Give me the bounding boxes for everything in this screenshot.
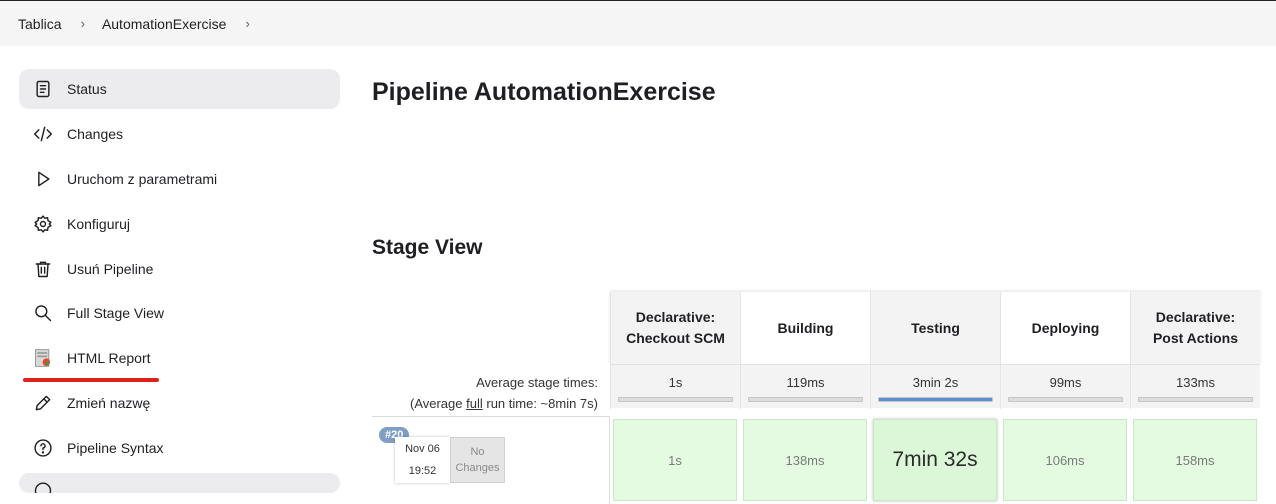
sidebar: Status Changes Uruchom z parametrami Kon…: [19, 69, 340, 498]
avg-time-cell: 133ms: [1130, 365, 1260, 409]
avg-time-cell: 3min 2s: [870, 365, 1000, 409]
build-row: 1s 138ms 7min 32s 106ms 158ms: [610, 416, 1260, 504]
avg-time-cell: 119ms: [740, 365, 870, 409]
stage-header-checkout-scm: Declarative: Checkout SCM: [610, 292, 740, 364]
sidebar-item-configure[interactable]: Konfiguruj: [19, 204, 340, 244]
sidebar-item-partial[interactable]: [19, 473, 340, 494]
page-title: Pipeline AutomationExercise: [372, 78, 716, 106]
stage-result-cell[interactable]: 1s: [610, 416, 740, 504]
progress-bar: [748, 397, 863, 402]
progress-bar: [878, 397, 993, 402]
stage-header-post-actions: Declarative: Post Actions: [1130, 292, 1260, 364]
sidebar-item-label: Zmień nazwę: [67, 395, 151, 412]
chevron-right-icon[interactable]: ›: [81, 16, 85, 31]
progress-bar: [618, 397, 733, 402]
partial-icon: [33, 479, 53, 494]
build-date: Nov 06: [405, 443, 440, 455]
gear-icon: [33, 214, 53, 234]
stage-result-cell[interactable]: 158ms: [1130, 416, 1260, 504]
avg-time-cell: 99ms: [1000, 365, 1130, 409]
sidebar-item-label: Full Stage View: [67, 305, 165, 322]
stage-header-deploying: Deploying: [1000, 292, 1130, 364]
sidebar-item-build-with-parameters[interactable]: Uruchom z parametrami: [19, 159, 340, 199]
sidebar-item-label: Status: [67, 81, 107, 97]
document-icon: [33, 79, 53, 99]
search-icon: [33, 303, 53, 323]
sidebar-item-delete-pipeline[interactable]: Usuń Pipeline: [19, 249, 340, 289]
sidebar-item-rename[interactable]: Zmień nazwę: [19, 383, 340, 423]
breadcrumb-bar: Tablica › AutomationExercise ›: [0, 0, 1276, 46]
build-date-card: Nov 06 19:52: [395, 437, 450, 483]
sidebar-item-label: Usuń Pipeline: [67, 260, 154, 277]
pencil-icon: [33, 393, 53, 413]
code-icon: [33, 124, 53, 144]
stage-header-building: Building: [740, 292, 870, 364]
stage-result-cell[interactable]: 106ms: [1000, 416, 1130, 504]
highlight-underline: [23, 378, 159, 383]
stage-view-table: Declarative: Checkout SCM Building Testin…: [372, 292, 1276, 504]
stage-header-row: Declarative: Checkout SCM Building Testin…: [610, 292, 1260, 364]
help-icon: [33, 438, 53, 458]
play-icon: [33, 169, 53, 189]
sidebar-item-pipeline-syntax[interactable]: Pipeline Syntax: [19, 428, 340, 468]
build-info: #20 Nov 06 19:52 No Changes: [372, 416, 610, 504]
sidebar-item-changes[interactable]: Changes: [19, 114, 340, 154]
sidebar-item-full-stage-view[interactable]: Full Stage View: [19, 293, 340, 333]
stage-result-cell[interactable]: 138ms: [740, 416, 870, 504]
stage-result-cell[interactable]: 7min 32s: [870, 416, 1000, 504]
trash-icon: [33, 259, 53, 279]
build-changes-card[interactable]: No Changes: [450, 437, 505, 483]
average-times-row: 1s 119ms 3min 2s 99ms 133ms: [610, 364, 1260, 409]
sidebar-item-html-report[interactable]: HTML Report: [19, 338, 340, 383]
avg-time-cell: 1s: [610, 365, 740, 409]
breadcrumb-dashboard-link[interactable]: Tablica: [18, 16, 62, 32]
breadcrumb-job-link[interactable]: AutomationExercise: [102, 16, 227, 32]
report-icon: [33, 348, 53, 368]
chevron-right-icon[interactable]: ›: [245, 16, 249, 31]
sidebar-item-label: Changes: [67, 125, 124, 142]
progress-bar: [1008, 397, 1123, 402]
stage-view-title: Stage View: [372, 236, 483, 259]
sidebar-item-label: Uruchom z parametrami: [67, 170, 218, 187]
sidebar-item-label: Pipeline Syntax: [67, 440, 164, 457]
sidebar-item-label: Konfiguruj: [67, 215, 131, 232]
build-time: 19:52: [408, 465, 437, 477]
stage-header-testing: Testing: [870, 292, 1000, 364]
sidebar-item-label: HTML Report: [67, 350, 151, 367]
progress-bar: [1138, 397, 1253, 402]
sidebar-item-status[interactable]: Status: [19, 69, 340, 109]
average-stage-times-label: Average stage times: (Average full run t…: [409, 375, 598, 411]
